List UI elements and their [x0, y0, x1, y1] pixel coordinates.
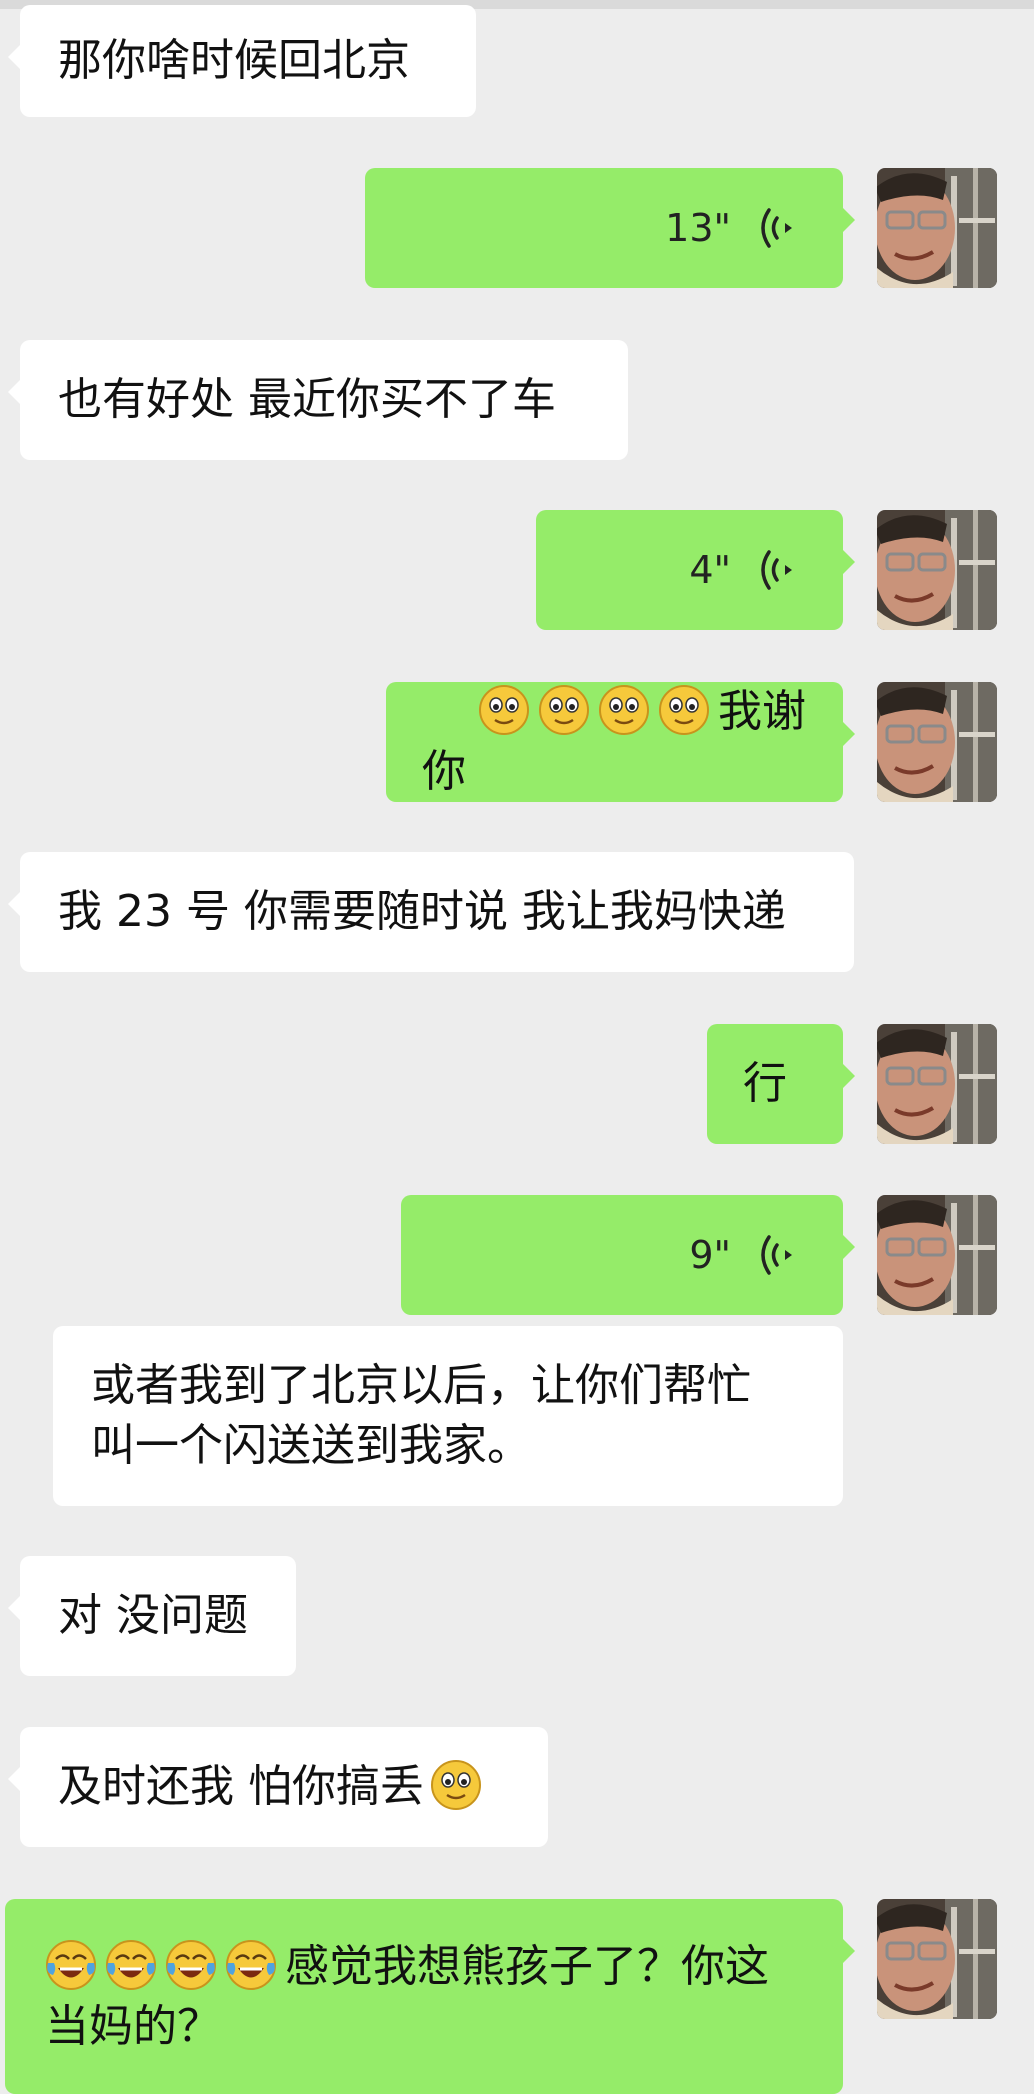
tears-of-joy-emoji-icon [45, 1939, 97, 1991]
avatar[interactable] [877, 168, 997, 288]
tears-of-joy-emoji-icon [105, 1939, 157, 1991]
voice-wave-icon [759, 548, 793, 592]
message-text: 行 [743, 1058, 787, 1109]
message-bubble-outgoing[interactable]: 我谢你 [386, 682, 855, 802]
smile-emoji-icon [538, 684, 590, 736]
message-content: 我谢你 [422, 622, 813, 862]
voice-wave-icon [759, 1233, 793, 1277]
tears-of-joy-emoji-icon [225, 1939, 277, 1991]
message-bubble-outgoing[interactable]: 行 [707, 1024, 855, 1144]
message-bubble-incoming[interactable]: 及时还我 怕你搞丢 [8, 1727, 548, 1847]
voice-wave-icon [759, 206, 793, 250]
avatar[interactable] [877, 510, 997, 630]
voice-message-bubble[interactable]: 9" [401, 1195, 855, 1315]
voice-duration: 13" [665, 206, 731, 250]
message-text: 或者我到了北京以后，让你们帮忙 叫一个闪送送到我家。 [91, 1360, 751, 1471]
message-bubble-incoming[interactable]: 我 23 号 你需要随时说 我让我妈快递 [8, 852, 854, 972]
message-bubble-incoming[interactable]: 那你啥时候回北京 [8, 5, 476, 117]
avatar[interactable] [877, 1195, 997, 1315]
smile-emoji-icon [430, 1759, 482, 1811]
message-bubble-outgoing[interactable]: 感觉我想熊孩子了？你这 当妈的？ [5, 1899, 855, 2094]
avatar[interactable] [877, 682, 997, 802]
avatar[interactable] [877, 1899, 997, 2019]
message-text: 那你啥时候回北京 [58, 35, 410, 86]
message-text: 我 23 号 你需要随时说 我让我妈快递 [58, 886, 786, 937]
voice-message-bubble[interactable]: 13" [365, 168, 855, 288]
message-bubble-incoming[interactable]: 或者我到了北京以后，让你们帮忙 叫一个闪送送到我家。 [53, 1326, 843, 1506]
smile-emoji-icon [598, 684, 650, 736]
voice-duration: 4" [689, 548, 731, 592]
smile-emoji-icon [658, 684, 710, 736]
message-text: 对 没问题 [58, 1590, 248, 1641]
smile-emoji-icon [478, 684, 530, 736]
message-text: 及时还我 怕你搞丢 [58, 1761, 424, 1812]
message-content: 感觉我想熊孩子了？你这 当妈的？ [45, 1937, 813, 2057]
message-content: 及时还我 怕你搞丢 [58, 1757, 510, 1817]
voice-duration: 9" [689, 1233, 731, 1277]
tears-of-joy-emoji-icon [165, 1939, 217, 1991]
message-text: 也有好处 最近你买不了车 [58, 374, 556, 425]
message-bubble-incoming[interactable]: 对 没问题 [8, 1556, 296, 1676]
avatar[interactable] [877, 1024, 997, 1144]
voice-message-bubble[interactable]: 4" [536, 510, 855, 630]
message-bubble-incoming[interactable]: 也有好处 最近你买不了车 [8, 340, 628, 460]
